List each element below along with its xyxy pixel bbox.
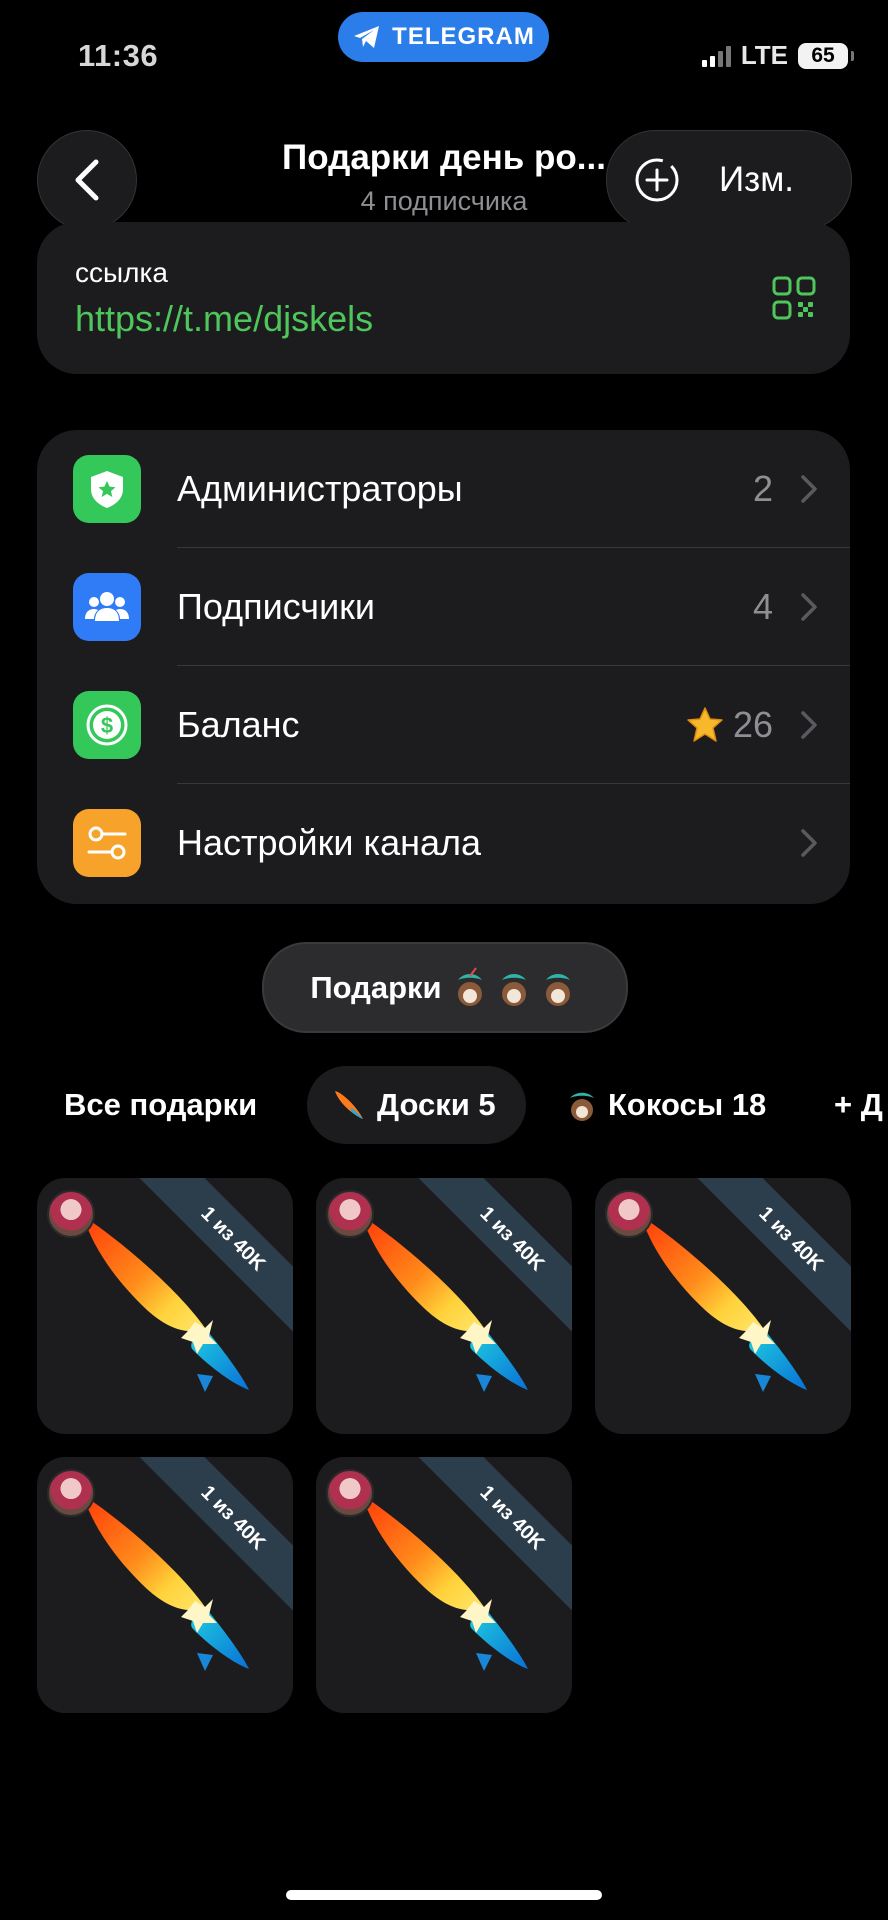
chevron-right-icon: [801, 711, 817, 739]
chevron-left-icon: [75, 159, 99, 201]
svg-text:$: $: [101, 713, 113, 738]
home-indicator[interactable]: [286, 1890, 602, 1900]
owner-avatar: [47, 1190, 95, 1238]
tab-boards[interactable]: Доски 5: [307, 1066, 526, 1144]
status-time: 11:36: [78, 38, 159, 73]
tab-coconuts[interactable]: Кокосы 18: [564, 1066, 766, 1144]
tab-label: + Д: [834, 1087, 883, 1122]
menu-item-label: Баланс: [177, 704, 300, 745]
menu-item-value: 26: [732, 704, 773, 745]
app-pill-label: TELEGRAM: [392, 23, 535, 50]
gift-card[interactable]: 1 из 40K: [37, 1178, 293, 1434]
tab-label: Доски 5: [377, 1087, 496, 1122]
menu-item-channel-settings[interactable]: Настройки канала: [37, 784, 850, 902]
owner-avatar: [326, 1469, 374, 1517]
channel-menu: Администраторы 2 Подписчики 4 $ Баланс 2…: [37, 430, 850, 904]
gift-card[interactable]: 1 из 40K: [316, 1178, 572, 1434]
add-circle-icon: [635, 158, 679, 202]
qr-code-icon: [772, 276, 816, 320]
menu-item-value: 2: [752, 468, 773, 509]
tab-add-collection[interactable]: + Д: [834, 1066, 883, 1144]
menu-item-administrators[interactable]: Администраторы 2: [37, 430, 850, 548]
network-label: LTE: [740, 40, 788, 70]
balance-value: 26: [685, 704, 773, 746]
return-to-telegram-pill[interactable]: TELEGRAM: [338, 12, 549, 62]
telegram-icon: [354, 26, 380, 48]
coconut-icon: [570, 1092, 594, 1121]
gift-card[interactable]: 1 из 40K: [316, 1457, 572, 1713]
owner-avatar: [326, 1190, 374, 1238]
gift-collection-tabs: Все подарки Доски 5 Кокосы 18 + Д: [0, 1066, 888, 1146]
menu-item-label: Администраторы: [177, 468, 463, 509]
owner-avatar: [47, 1469, 95, 1517]
coconut-gift-icons: [457, 966, 570, 1006]
gift-card[interactable]: 1 из 40K: [595, 1178, 851, 1434]
shield-star-icon: [73, 455, 141, 523]
menu-item-label: Подписчики: [177, 586, 376, 627]
toggles-icon: [73, 809, 141, 877]
gifts-pill-label: Подарки: [310, 969, 442, 1005]
edit-button[interactable]: Изм.: [719, 160, 794, 200]
chevron-right-icon: [801, 829, 817, 857]
dollar-coin-icon: $: [73, 691, 141, 759]
menu-item-label: Настройки канала: [177, 822, 482, 863]
chevron-right-icon: [801, 475, 817, 503]
link-caption: ссылка: [75, 257, 168, 288]
back-button[interactable]: [37, 130, 137, 230]
surfboard-icon: [335, 1091, 363, 1119]
channel-link-card[interactable]: ссылка https://t.me/djskels: [37, 222, 850, 374]
qr-code-button[interactable]: [772, 276, 816, 325]
owner-avatar: [605, 1190, 653, 1238]
tab-label: Кокосы 18: [608, 1087, 767, 1122]
header-actions: Изм.: [606, 130, 852, 230]
gift-card[interactable]: 1 из 40K: [37, 1457, 293, 1713]
chevron-right-icon: [801, 593, 817, 621]
add-button[interactable]: [607, 156, 707, 204]
menu-item-value: 4: [752, 586, 773, 627]
channel-link[interactable]: https://t.me/djskels: [75, 298, 373, 340]
status-indicators: LTE 65: [701, 40, 854, 71]
people-icon: [73, 573, 141, 641]
menu-item-subscribers[interactable]: Подписчики 4: [37, 548, 850, 666]
battery-icon: 65: [798, 42, 854, 69]
star-icon: [687, 707, 723, 742]
tab-label: Все подарки: [64, 1087, 258, 1122]
signal-icon: [701, 45, 731, 67]
tab-all-gifts[interactable]: Все подарки: [64, 1066, 257, 1144]
menu-item-balance[interactable]: $ Баланс 26: [37, 666, 850, 784]
gifts-section-button[interactable]: Подарки: [262, 942, 628, 1033]
